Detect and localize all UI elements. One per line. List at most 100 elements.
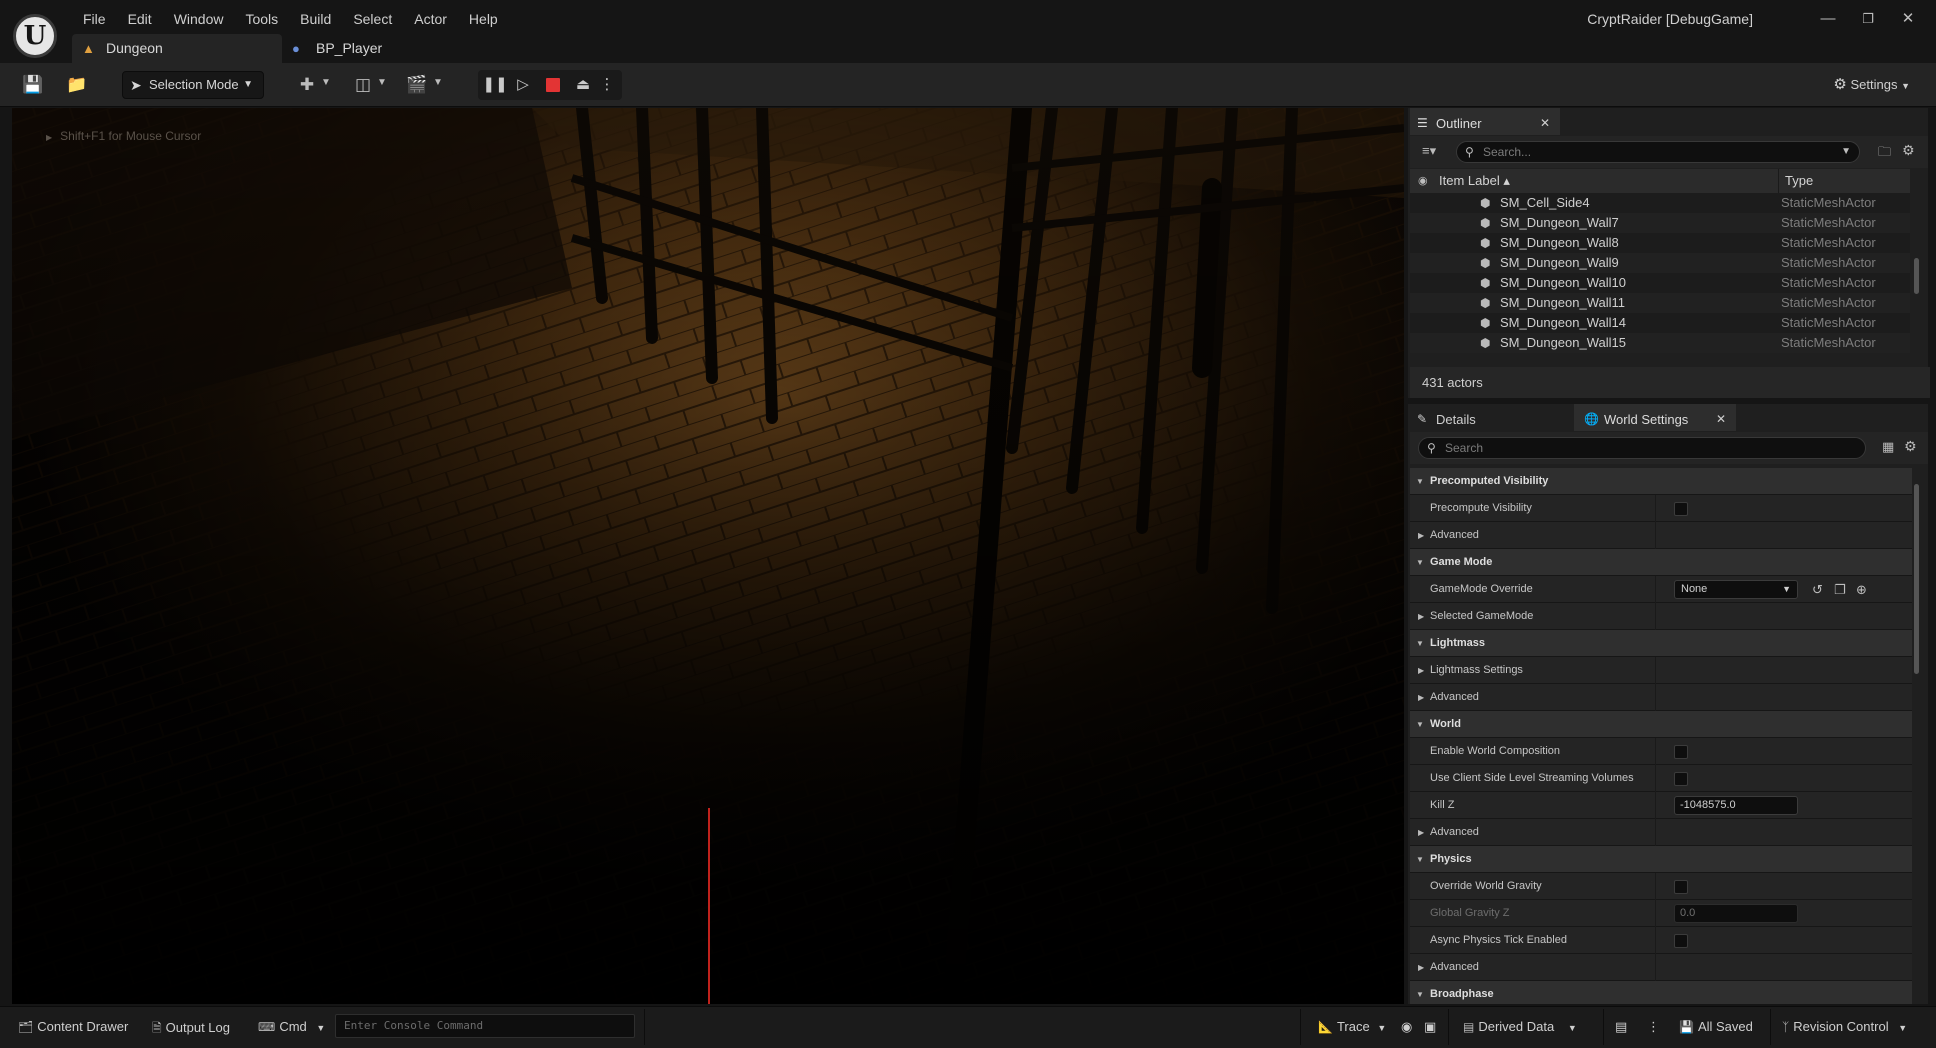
stop-icon[interactable] [546,78,560,92]
category-precomputed-visibility[interactable]: ▼ Precomputed Visibility [1410,468,1912,495]
column-splitter[interactable] [1655,792,1656,819]
menu-actor[interactable]: Actor [403,8,458,30]
more-options-icon[interactable]: ⋮ [594,70,620,100]
column-splitter[interactable] [1655,495,1656,522]
minimize-icon[interactable]: — [1808,6,1848,32]
chevron-down-icon[interactable]: ▼ [377,77,387,88]
expandable-advanced[interactable]: ▶ Advanced [1410,522,1912,549]
checkbox[interactable] [1674,880,1688,894]
doc-tab-bp-player[interactable]: ● BP_Player [282,34,492,63]
column-splitter[interactable] [1655,576,1656,603]
column-item-label[interactable]: Item Label ▴ [1439,169,1510,193]
content-drawer-button[interactable]: 🗂 Content Drawer [18,1019,128,1034]
visibility-eye-icon[interactable]: ◉ [1418,169,1428,193]
add-folder-icon[interactable]: 🗀 [1878,143,1891,165]
category-game-mode[interactable]: ▼ Game Mode [1410,549,1912,576]
column-splitter[interactable] [1655,657,1656,684]
blueprints-icon[interactable]: ◫ [350,73,376,97]
table-view-icon[interactable]: ▦ [1882,439,1894,455]
column-splitter[interactable] [1655,927,1656,954]
reset-arrow-icon[interactable]: ↺ [1812,576,1823,603]
category-broadphase[interactable]: ▼ Broadphase [1410,981,1912,1004]
restore-icon[interactable]: ❐ [1848,6,1888,32]
chevron-down-icon[interactable]: ▼ [321,77,331,88]
eject-icon[interactable]: ⏏ [570,70,596,100]
pause-icon[interactable]: ❚❚ [482,70,508,100]
close-window-icon[interactable]: ✕ [1888,6,1928,32]
add-actor-icon[interactable]: ✚ [294,73,320,97]
gear-icon[interactable]: ⚙ [1904,438,1917,455]
outliner-search-input[interactable]: ⚲ Search... ▼ [1456,141,1860,163]
menu-select[interactable]: Select [342,8,403,30]
save-icon[interactable]: 💾 [20,73,46,97]
tab-details[interactable]: ✎ Details [1410,404,1570,431]
step-frame-icon[interactable]: ▷ [510,70,536,100]
column-splitter[interactable] [1655,738,1656,765]
expandable-advanced[interactable]: ▶ Advanced [1410,954,1912,981]
details-scrollbar[interactable] [1914,484,1919,674]
gamemode-combo[interactable]: None ▼ [1674,580,1798,599]
expandable-advanced[interactable]: ▶ Advanced [1410,684,1912,711]
checkbox[interactable] [1674,772,1688,786]
outliner-row[interactable]: ⬢ SM_Dungeon_Wall14 StaticMeshActor [1410,313,1910,333]
stats-icon[interactable]: ▤ [1615,1019,1627,1035]
menu-tools[interactable]: Tools [234,8,289,30]
outliner-row[interactable]: ⬢ SM_Dungeon_Wall10 StaticMeshActor [1410,273,1910,293]
outliner-scrollbar[interactable] [1914,258,1919,294]
gear-icon[interactable]: ⚙ [1902,142,1915,159]
selection-mode-dropdown[interactable]: ➤ Selection Mode ▼ [122,71,264,99]
menu-build[interactable]: Build [289,8,342,30]
details-search-input[interactable]: ⚲ Search [1418,437,1866,459]
column-splitter[interactable] [1655,684,1656,711]
doc-tab-dungeon[interactable]: ▲ Dungeon [72,34,282,63]
outliner-row[interactable]: ⬢ SM_Dungeon_Wall9 StaticMeshActor [1410,253,1910,273]
filter-icon[interactable]: ≡▾ [1422,143,1436,159]
revision-control-dropdown[interactable]: ᛉ Revision Control ▼ [1782,1019,1907,1034]
outliner-row[interactable]: ⬢ SM_Cell_Side4 StaticMeshActor [1410,193,1910,213]
chevron-down-icon[interactable]: ▼ [433,77,443,88]
outliner-row[interactable]: ⬢ SM_Dungeon_Wall15 StaticMeshActor [1410,333,1910,353]
column-splitter[interactable] [1655,954,1656,981]
checkbox[interactable] [1674,502,1688,516]
browse-content-icon[interactable]: 📁 [64,73,90,97]
column-splitter[interactable] [1655,873,1656,900]
expandable-selected-gamemode[interactable]: ▶ Selected GameMode [1410,603,1912,630]
output-log-button[interactable]: 🗎 Output Log [152,1019,230,1040]
more-options-icon[interactable]: ⋮ [1647,1019,1660,1035]
cmd-dropdown[interactable]: ⌨ Cmd ▼ [258,1019,325,1034]
category-world[interactable]: ▼ World [1410,711,1912,738]
close-icon[interactable]: ✕ [1716,406,1726,433]
column-type[interactable]: Type [1778,169,1813,193]
browse-icon[interactable]: ❐ [1834,576,1846,603]
all-saved-button[interactable]: 💾 All Saved [1679,1019,1753,1034]
record-icon[interactable]: ◉ [1401,1019,1412,1035]
column-splitter[interactable] [1655,603,1656,630]
menu-window[interactable]: Window [163,8,235,30]
menu-file[interactable]: File [72,8,117,30]
tab-world-settings[interactable]: 🌐 World Settings ✕ [1574,404,1736,431]
outliner-row[interactable]: ⬢ SM_Dungeon_Wall11 StaticMeshActor [1410,293,1910,313]
menu-help[interactable]: Help [458,8,509,30]
column-splitter[interactable] [1655,765,1656,792]
close-icon[interactable]: ✕ [1540,110,1550,137]
category-lightmass[interactable]: ▼ Lightmass [1410,630,1912,657]
unreal-logo-icon[interactable]: U [13,14,57,58]
tab-outliner[interactable]: ☰ Outliner ✕ [1410,108,1560,135]
chevron-down-icon[interactable]: ▼ [1841,142,1851,162]
settings-button[interactable]: ⚙ Settings ▼ [1833,75,1910,93]
trace-dropdown[interactable]: 📐 Trace ▼ [1318,1019,1386,1034]
derived-data-dropdown[interactable]: ▤ Derived Data ▼ [1463,1019,1577,1034]
add-icon[interactable]: ⊕ [1856,576,1867,603]
number-input[interactable]: -1048575.0 [1674,796,1798,815]
column-splitter[interactable] [1655,900,1656,927]
console-command-input[interactable]: Enter Console Command [335,1014,635,1038]
category-physics[interactable]: ▼ Physics [1410,846,1912,873]
level-viewport[interactable]: ▶ Shift+F1 for Mouse Cursor [12,108,1404,1004]
outliner-row[interactable]: ⬢ SM_Dungeon_Wall8 StaticMeshActor [1410,233,1910,253]
column-splitter[interactable] [1655,522,1656,549]
menu-edit[interactable]: Edit [117,8,163,30]
outliner-row[interactable]: ⬢ SM_Dungeon_Wall7 StaticMeshActor [1410,213,1910,233]
checkbox[interactable] [1674,934,1688,948]
expandable-advanced[interactable]: ▶ Advanced [1410,819,1912,846]
cinematics-icon[interactable]: 🎬 [404,73,430,97]
